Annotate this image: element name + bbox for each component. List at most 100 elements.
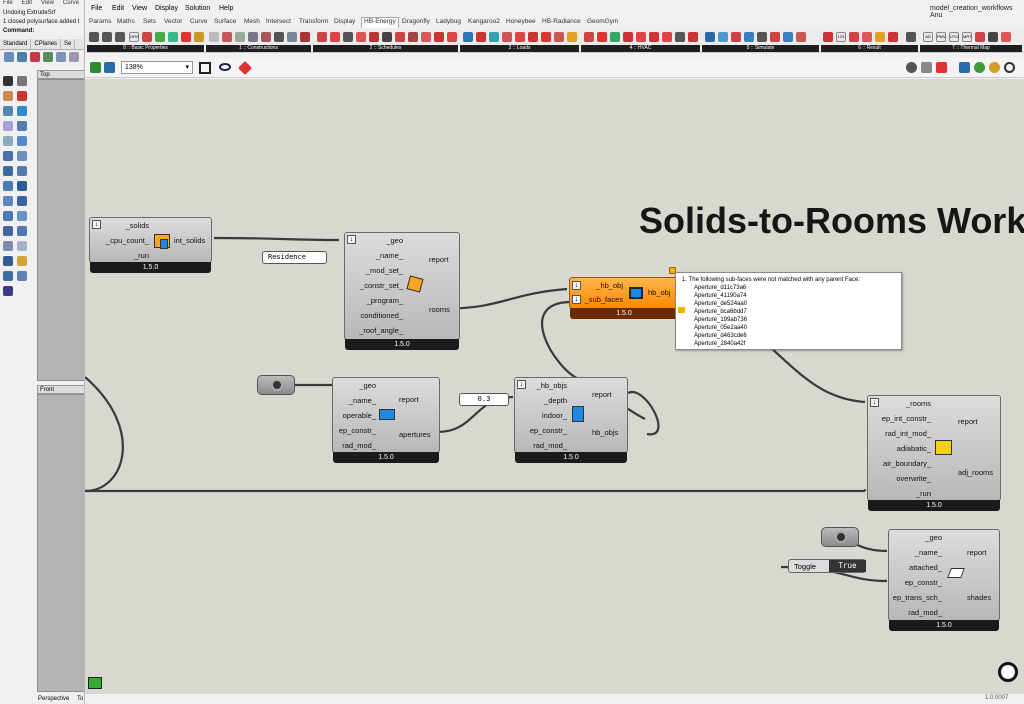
tool-icon[interactable] — [30, 52, 40, 62]
dimension-tool-icon[interactable] — [3, 241, 13, 251]
zoom-field[interactable]: 138% ▾ — [121, 61, 193, 74]
input-name[interactable]: _name_ — [349, 396, 376, 405]
tool-icon[interactable] — [17, 52, 27, 62]
component-icon[interactable] — [541, 32, 551, 42]
room-from-solid-component[interactable]: ↓ _geo _name_ _mod_set_ _constr_set_ _pr… — [344, 232, 460, 350]
component-icon[interactable] — [906, 32, 916, 42]
edit-tool-icon[interactable] — [3, 181, 13, 191]
toggle-value[interactable]: True — [829, 560, 866, 572]
surface-tool-icon[interactable] — [3, 106, 13, 116]
edit-tool-icon[interactable] — [17, 181, 27, 191]
output-adj-rooms[interactable]: adj_rooms — [958, 468, 993, 477]
component-icon[interactable] — [623, 32, 633, 42]
component-icon[interactable] — [489, 32, 499, 42]
viewport-tab-top[interactable]: To — [77, 696, 83, 702]
geometry-param[interactable] — [821, 527, 859, 547]
tab-hb-radiance[interactable]: HB-Radiance — [542, 18, 581, 25]
component-icon[interactable] — [235, 32, 245, 42]
component-icon[interactable] — [274, 32, 284, 42]
output-rooms[interactable]: rooms — [429, 305, 450, 314]
component-icon[interactable] — [528, 32, 538, 42]
collapse-icon[interactable]: ↓ — [572, 295, 581, 304]
tool-icon[interactable] — [4, 52, 14, 62]
input-operable[interactable]: operable_ — [343, 411, 376, 420]
gh-menu-help[interactable]: Help — [219, 5, 233, 12]
tab-params[interactable]: Params — [89, 18, 111, 25]
input-ep-constr[interactable]: ep_constr_ — [530, 426, 567, 435]
component-icon[interactable] — [261, 32, 271, 42]
output-apertures[interactable]: apertures — [399, 430, 431, 439]
component-icon[interactable] — [369, 32, 379, 42]
viewport-label-top[interactable]: Top — [37, 70, 84, 79]
input-adiabatic[interactable]: adiabatic_ — [897, 444, 931, 453]
shape-tool-icon[interactable] — [17, 226, 27, 236]
component-icon[interactable] — [662, 32, 672, 42]
tab-surface[interactable]: Surface — [214, 18, 236, 25]
input-overwrite[interactable]: overwrite_ — [896, 474, 931, 483]
component-icon[interactable] — [343, 32, 353, 42]
output-hb-obj[interactable]: hb_obj — [648, 288, 671, 297]
output-shades[interactable]: shades — [967, 593, 991, 602]
rhino-menu-edit[interactable]: Edit — [22, 0, 32, 6]
command-prompt[interactable]: Command: — [3, 28, 34, 34]
tool-icon[interactable] — [43, 52, 53, 62]
output-hb-objs[interactable]: hb_objs — [592, 428, 618, 437]
input-solids[interactable]: _solids — [126, 221, 149, 230]
component-icon[interactable] — [502, 32, 512, 42]
component-icon[interactable] — [610, 32, 620, 42]
component-icon[interactable] — [356, 32, 366, 42]
component-icon[interactable] — [554, 32, 564, 42]
ribbon-group-hvac[interactable]: 4 :: HVAC — [581, 45, 700, 52]
component-icon[interactable] — [823, 32, 833, 42]
shade-component[interactable]: _geo _name_ attached_ ep_constr_ ep_tran… — [888, 529, 1000, 631]
component-icon[interactable] — [408, 32, 418, 42]
input-constr-set[interactable]: _constr_set_ — [360, 281, 403, 290]
input-rooms[interactable]: _rooms — [906, 399, 931, 408]
grid-tool-icon[interactable] — [3, 271, 13, 281]
input-hb-obj[interactable]: _hb_obj — [596, 281, 623, 290]
component-icon[interactable] — [142, 32, 152, 42]
component-icon[interactable] — [597, 32, 607, 42]
array-tool-icon[interactable] — [3, 166, 13, 176]
component-icon[interactable] — [382, 32, 392, 42]
ribbon-group-schedules[interactable]: 2 :: Schedules — [313, 45, 458, 52]
gh-menu-view[interactable]: View — [132, 5, 147, 12]
preview-eye-icon[interactable] — [219, 63, 231, 71]
input-rad-mod[interactable]: rad_mod_ — [908, 608, 942, 617]
rhino-tab-se[interactable]: Se — [61, 39, 76, 49]
display-icon[interactable] — [959, 62, 970, 73]
viewport-label-front[interactable]: Front — [37, 385, 84, 394]
component-icon[interactable] — [421, 32, 431, 42]
tab-display[interactable]: Display — [334, 18, 355, 25]
component-icon[interactable] — [463, 32, 473, 42]
input-ep-constr[interactable]: ep_constr_ — [905, 578, 942, 587]
collapse-icon[interactable]: ↓ — [347, 235, 356, 244]
tab-curve[interactable]: Curve — [190, 18, 207, 25]
extruded-border-component[interactable]: ↓ _hb_objs _depth indoor_ ep_constr_ rad… — [514, 377, 628, 463]
component-icon[interactable] — [115, 32, 125, 42]
component-icon[interactable] — [155, 32, 165, 42]
input-hb-objs[interactable]: _hb_objs — [537, 381, 567, 390]
input-geo[interactable]: _geo — [925, 533, 942, 542]
array-tool-icon[interactable] — [17, 166, 27, 176]
viewport-front[interactable] — [37, 394, 84, 692]
mesh-tool-icon[interactable] — [3, 136, 13, 146]
input-cpu-count[interactable]: _cpu_count_ — [106, 236, 149, 245]
output-report[interactable]: report — [592, 390, 612, 399]
utci-icon[interactable]: UTCI — [949, 32, 959, 42]
component-icon[interactable] — [875, 32, 885, 42]
tab-honeybee[interactable]: Honeybee — [506, 18, 536, 25]
ad-icon[interactable]: AD — [923, 32, 933, 42]
component-icon[interactable] — [89, 32, 99, 42]
output-report[interactable]: report — [958, 417, 978, 426]
grid-tool-icon[interactable] — [17, 271, 27, 281]
depth-panel[interactable]: 0.3 — [459, 393, 509, 406]
rhino-menu-view[interactable]: View — [41, 0, 54, 6]
input-rad-int-mod[interactable]: rad_int_mod_ — [885, 429, 931, 438]
preview-wire-icon[interactable] — [906, 62, 917, 73]
shape-tool-icon[interactable] — [17, 211, 27, 221]
ribbon-group-constructions[interactable]: 1 :: Constructions — [206, 45, 311, 52]
pmv-icon[interactable]: PMV — [936, 32, 946, 42]
grasshopper-tool-icon[interactable] — [3, 286, 13, 296]
gh-menu-file[interactable]: File — [91, 5, 102, 12]
